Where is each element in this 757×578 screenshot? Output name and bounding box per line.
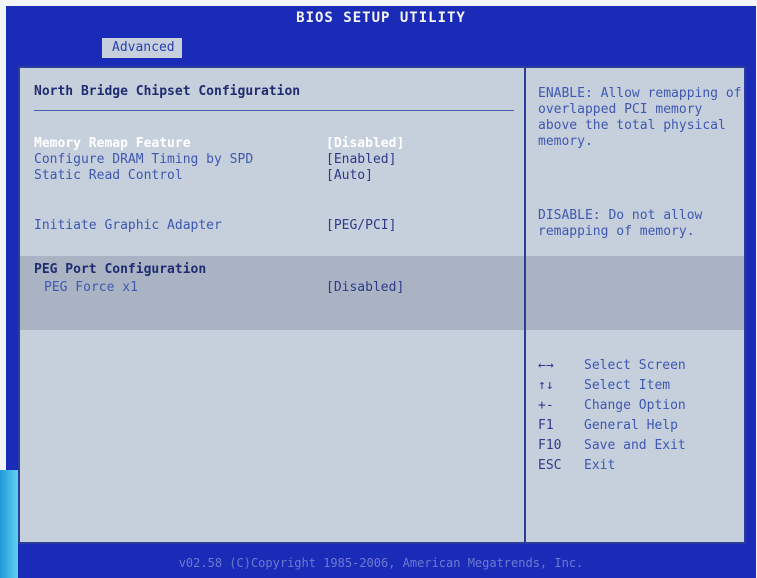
setting-label: Memory Remap Feature bbox=[34, 136, 191, 151]
key-select-item: ↑↓ Select Item bbox=[538, 378, 742, 398]
tab-advanced[interactable]: Advanced bbox=[102, 38, 182, 58]
setting-value[interactable]: [PEG/PCI] bbox=[326, 218, 396, 233]
help-disable-text: DISABLE: Do not allow remapping of memor… bbox=[538, 208, 703, 239]
key-desc: Exit bbox=[584, 458, 616, 473]
key-name: F10 bbox=[538, 438, 562, 453]
key-desc: Save and Exit bbox=[584, 438, 686, 453]
setting-static-read-control[interactable]: Static Read Control [Auto] bbox=[34, 168, 514, 184]
key-desc: General Help bbox=[584, 418, 678, 433]
key-save-and-exit: F10 Save and Exit bbox=[538, 438, 742, 458]
key-name: ↑↓ bbox=[538, 378, 554, 393]
setting-value[interactable]: [Disabled] bbox=[326, 280, 404, 295]
main-panel: North Bridge Chipset Configuration Memor… bbox=[18, 66, 746, 544]
setting-configure-dram-timing[interactable]: Configure DRAM Timing by SPD [Enabled] bbox=[34, 152, 514, 168]
setting-initiate-graphic-adapter[interactable]: Initiate Graphic Adapter [PEG/PCI] bbox=[34, 218, 514, 234]
copyright-footer: v02.58 (C)Copyright 1985-2006, American … bbox=[178, 556, 584, 570]
help-pane: ENABLE: Allow remapping of overlapped PC… bbox=[524, 68, 744, 542]
key-desc: Change Option bbox=[584, 398, 686, 413]
setting-label: Initiate Graphic Adapter bbox=[34, 218, 222, 233]
help-enable-text: ENABLE: Allow remapping of overlapped PC… bbox=[538, 86, 742, 149]
key-name: +- bbox=[538, 398, 554, 413]
key-name: ESC bbox=[538, 458, 562, 473]
setting-label: PEG Force x1 bbox=[44, 280, 138, 295]
setting-label: Configure DRAM Timing by SPD bbox=[34, 152, 254, 167]
monitor-bezel-glow bbox=[0, 470, 18, 578]
key-legend: ←→ Select Screen ↑↓ Select Item +- Chang… bbox=[538, 358, 742, 478]
bios-title: BIOS SETUP UTILITY bbox=[296, 10, 466, 26]
setting-value[interactable]: [Enabled] bbox=[326, 152, 396, 167]
key-desc: Select Item bbox=[584, 378, 671, 393]
setting-memory-remap-feature[interactable]: Memory Remap Feature [Disabled] bbox=[34, 136, 514, 152]
key-select-screen: ←→ Select Screen bbox=[538, 358, 742, 378]
setting-peg-force-x1[interactable]: PEG Force x1 [Disabled] bbox=[34, 280, 514, 296]
setting-value[interactable]: [Disabled] bbox=[326, 136, 404, 151]
key-exit: ESC Exit bbox=[538, 458, 742, 478]
key-change-option: +- Change Option bbox=[538, 398, 742, 418]
key-name: ←→ bbox=[538, 358, 554, 373]
key-desc: Select Screen bbox=[584, 358, 686, 373]
bios-screen: BIOS SETUP UTILITY Advanced North Bridge… bbox=[6, 6, 756, 578]
section-title: North Bridge Chipset Configuration bbox=[34, 84, 301, 99]
setting-label: Static Read Control bbox=[34, 168, 183, 183]
setting-value[interactable]: [Auto] bbox=[326, 168, 373, 183]
key-name: F1 bbox=[538, 418, 554, 433]
section-divider bbox=[34, 110, 514, 111]
key-general-help: F1 General Help bbox=[538, 418, 742, 438]
screen: BIOS SETUP UTILITY Advanced North Bridge… bbox=[0, 0, 757, 578]
peg-section-title: PEG Port Configuration bbox=[34, 262, 207, 277]
